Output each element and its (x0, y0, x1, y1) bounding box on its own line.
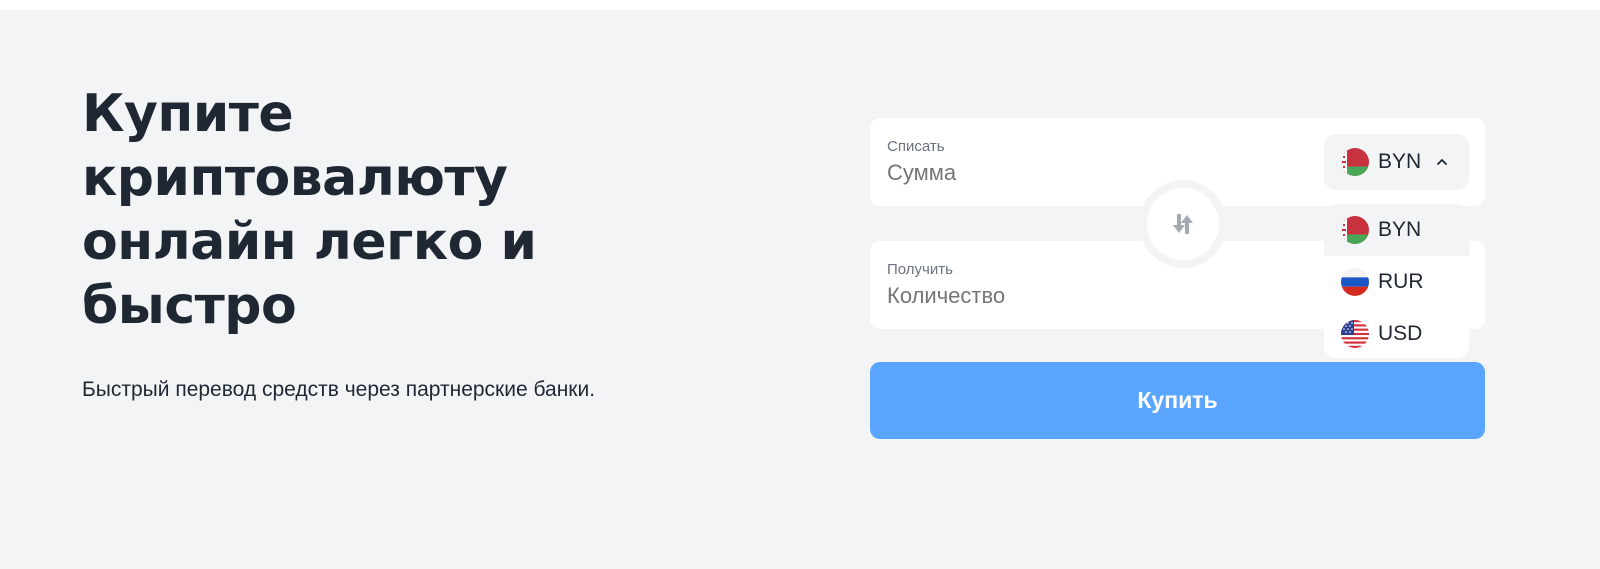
swap-button[interactable] (1139, 180, 1227, 268)
chevron-up-icon (1437, 159, 1447, 165)
russia-flag-icon (1341, 268, 1369, 296)
currency-option-label: USD (1378, 322, 1423, 345)
currency-option-rur[interactable]: RUR (1324, 256, 1469, 308)
currency-option-usd[interactable]: USD (1324, 308, 1469, 358)
currency-option-label: RUR (1378, 270, 1424, 293)
page-title: Купите криптовалюту онлайн легко и быстр… (82, 84, 537, 336)
selected-currency: BYN (1378, 150, 1422, 173)
currency-dropdown: BYN RUR USD (1324, 204, 1469, 358)
usa-flag-icon (1341, 320, 1369, 348)
swap-arrows-icon (1173, 214, 1193, 234)
currency-option-byn[interactable]: BYN (1324, 204, 1469, 256)
swap-button-inner (1147, 188, 1219, 260)
belarus-flag-icon (1341, 148, 1369, 176)
currency-option-label: BYN (1378, 218, 1422, 241)
belarus-flag-icon (1341, 216, 1369, 244)
amount-input[interactable] (887, 160, 1287, 186)
quantity-input[interactable] (887, 283, 1287, 309)
page-subtitle: Быстрый перевод средств через партнерски… (82, 378, 596, 401)
currency-select[interactable]: BYN (1324, 134, 1469, 190)
to-field-label: Получить (887, 261, 953, 278)
buy-button[interactable]: Купить (870, 362, 1485, 439)
from-field-label: Списать (887, 138, 945, 155)
